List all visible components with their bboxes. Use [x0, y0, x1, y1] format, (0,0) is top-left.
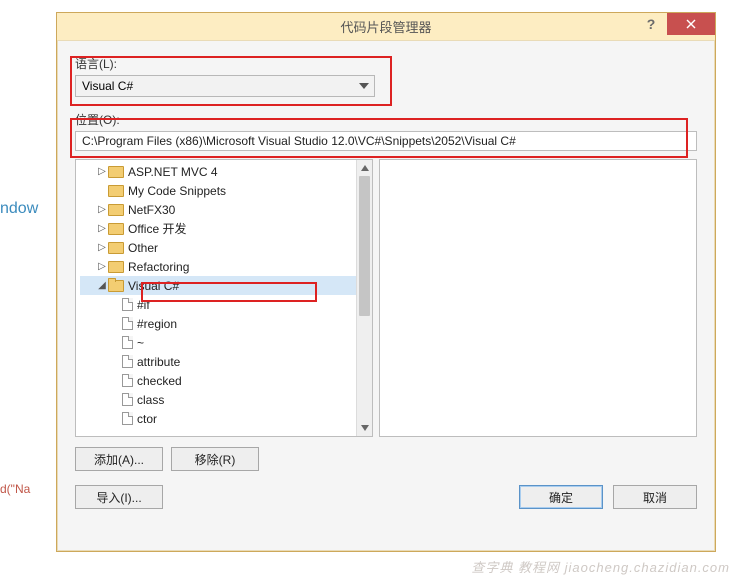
code-snippets-manager-dialog: 代码片段管理器 ? 语言(L): Visual C# 位置(O): C:\Pro…	[56, 12, 716, 552]
file-icon	[122, 317, 133, 330]
tree-file-item[interactable]: ▷#if	[80, 295, 372, 314]
expand-toggle-icon[interactable]: ◢	[96, 280, 108, 291]
chevron-down-icon	[358, 83, 370, 89]
folder-icon	[108, 223, 124, 235]
folder-icon	[108, 242, 124, 254]
file-icon	[122, 393, 133, 406]
tree-item-label: Other	[128, 241, 158, 255]
tree-file-item[interactable]: ▷~	[80, 333, 372, 352]
window-title: 代码片段管理器	[57, 17, 715, 36]
tree-item-label: #if	[137, 298, 150, 312]
tree-folder-item[interactable]: ▷ Other	[80, 238, 372, 257]
tree-item-label: Office 开发	[128, 220, 186, 237]
file-icon	[122, 298, 133, 311]
tree-folder-item[interactable]: ▷My Code Snippets	[80, 181, 372, 200]
tree-folder-item[interactable]: ▷ ASP.NET MVC 4	[80, 162, 372, 181]
remove-button[interactable]: 移除(R)	[171, 447, 259, 471]
import-button[interactable]: 导入(I)...	[75, 485, 163, 509]
tree-item-label: checked	[137, 374, 182, 388]
background-text-window: ndow	[0, 200, 38, 218]
close-button[interactable]	[667, 13, 715, 35]
folder-icon	[108, 280, 124, 292]
tree-folder-item[interactable]: ◢ Visual C#	[80, 276, 372, 295]
folder-icon	[108, 185, 124, 197]
tree-item-label: ASP.NET MVC 4	[128, 165, 218, 179]
tree-file-item[interactable]: ▷attribute	[80, 352, 372, 371]
tree-folder-item[interactable]: ▷ Refactoring	[80, 257, 372, 276]
bg-code-red: Na	[15, 482, 30, 496]
expand-toggle-icon[interactable]: ▷	[96, 166, 108, 177]
bg-code-pre: d("	[0, 482, 15, 496]
expand-toggle-icon[interactable]: ▷	[96, 223, 108, 234]
location-path: C:\Program Files (x86)\Microsoft Visual …	[75, 131, 697, 151]
watermark: 查字典 教程网 jiaocheng.chazidian.com	[471, 557, 730, 576]
folder-icon	[108, 261, 124, 273]
scroll-down-icon[interactable]	[357, 420, 372, 436]
add-button[interactable]: 添加(A)...	[75, 447, 163, 471]
language-value: Visual C#	[82, 79, 133, 93]
tree-item-label: ~	[137, 336, 144, 350]
scroll-thumb[interactable]	[359, 176, 370, 316]
file-icon	[122, 336, 133, 349]
tree-folder-item[interactable]: ▷ Office 开发	[80, 219, 372, 238]
background-text-code: d("Na	[0, 480, 30, 498]
window-buttons: ?	[635, 13, 715, 35]
tree-item-label: Visual C#	[128, 279, 179, 293]
tree-item-label: My Code Snippets	[128, 184, 226, 198]
file-icon	[122, 374, 133, 387]
tree-item-label: #region	[137, 317, 177, 331]
expand-toggle-icon[interactable]: ▷	[96, 261, 108, 272]
tree-item-label: ctor	[137, 412, 157, 426]
tree-file-item[interactable]: ▷class	[80, 390, 372, 409]
tree-item-label: Refactoring	[128, 260, 189, 274]
tree-vertical-scrollbar[interactable]	[356, 160, 372, 436]
dialog-content: 语言(L): Visual C# 位置(O): C:\Program Files…	[57, 41, 715, 521]
titlebar[interactable]: 代码片段管理器 ?	[57, 13, 715, 41]
ok-button[interactable]: 确定	[519, 485, 603, 509]
close-icon	[686, 19, 696, 29]
tree-folder-item[interactable]: ▷ NetFX30	[80, 200, 372, 219]
folder-icon	[108, 166, 124, 178]
expand-toggle-icon[interactable]: ▷	[96, 204, 108, 215]
tree-item-label: attribute	[137, 355, 180, 369]
scroll-up-icon[interactable]	[357, 160, 372, 176]
folder-icon	[108, 204, 124, 216]
snippet-details-pane	[379, 159, 697, 437]
expand-toggle-icon[interactable]: ▷	[96, 242, 108, 253]
tree-file-item[interactable]: ▷#region	[80, 314, 372, 333]
tree-item-label: class	[137, 393, 164, 407]
snippet-tree-pane[interactable]: ▷ASP.NET MVC 4▷My Code Snippets▷NetFX30▷…	[75, 159, 373, 437]
tree-item-label: NetFX30	[128, 203, 175, 217]
cancel-button[interactable]: 取消	[613, 485, 697, 509]
tree-file-item[interactable]: ▷ctor	[80, 409, 372, 428]
language-combobox[interactable]: Visual C#	[75, 75, 375, 97]
file-icon	[122, 355, 133, 368]
language-label: 语言(L):	[75, 55, 697, 72]
location-label: 位置(O):	[75, 111, 697, 128]
file-icon	[122, 412, 133, 425]
help-button[interactable]: ?	[635, 13, 667, 35]
tree-file-item[interactable]: ▷checked	[80, 371, 372, 390]
